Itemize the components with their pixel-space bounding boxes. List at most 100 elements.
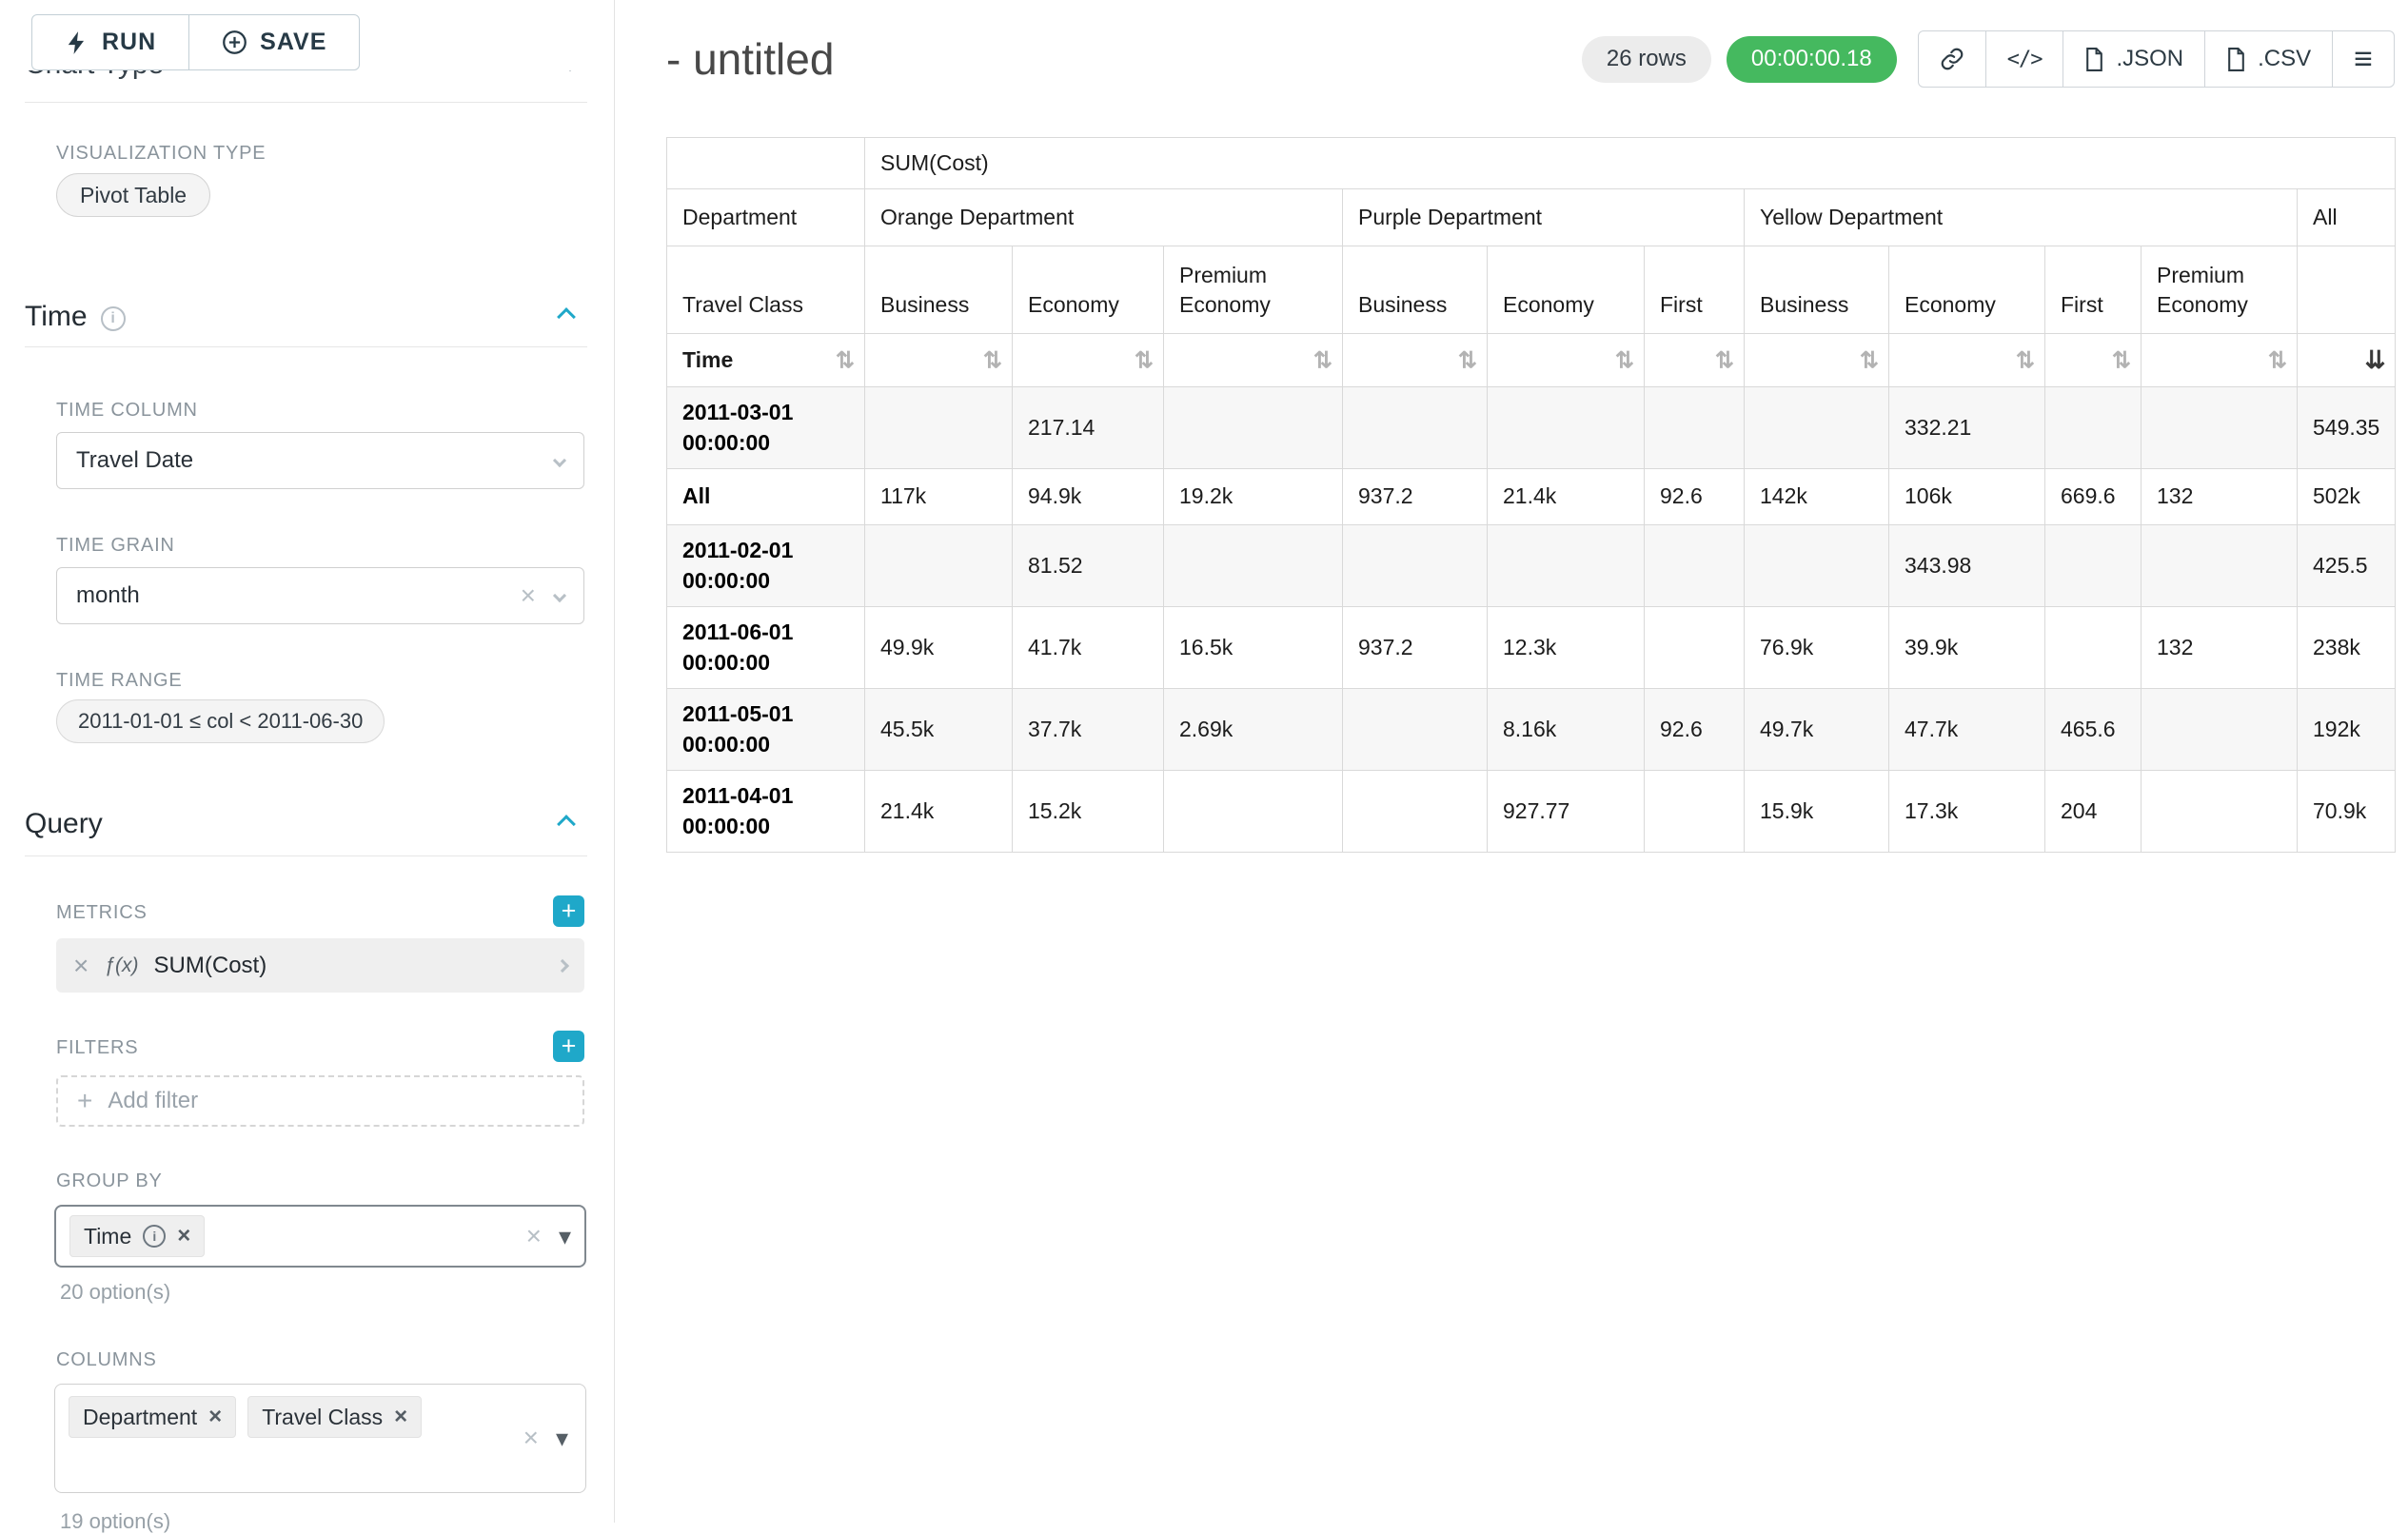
value-cell bbox=[2142, 771, 2298, 853]
sort-icon[interactable]: ⇅ bbox=[983, 344, 1002, 376]
caret-down-icon[interactable]: ▾ bbox=[556, 1426, 568, 1450]
metric-chip[interactable]: × ƒ(x) SUM(Cost) bbox=[56, 938, 584, 993]
time-range-label: TIME RANGE bbox=[56, 670, 182, 692]
clear-icon[interactable]: × bbox=[526, 1223, 542, 1249]
time-section-header: Time i bbox=[25, 301, 588, 333]
row-label-cell: 2011-03-01 00:00:00 bbox=[667, 387, 865, 469]
clear-icon[interactable]: × bbox=[523, 1425, 539, 1451]
sort-cell: ⇅ bbox=[1164, 334, 1343, 387]
csv-label: .CSV bbox=[2258, 46, 2311, 72]
run-save-buttons: RUN SAVE bbox=[31, 14, 360, 70]
add-filter-button[interactable]: + Add filter bbox=[56, 1075, 584, 1127]
value-cell: 17.3k bbox=[1889, 771, 2045, 853]
value-cell: 76.9k bbox=[1745, 607, 1889, 689]
value-cell: 2.69k bbox=[1164, 689, 1343, 771]
class-header-cell: Business bbox=[1343, 246, 1488, 334]
sort-icon[interactable]: ⇅ bbox=[1313, 344, 1332, 376]
value-cell: 927.77 bbox=[1488, 771, 1645, 853]
visualization-type-pill[interactable]: Pivot Table bbox=[56, 173, 210, 217]
add-metric-button[interactable]: + bbox=[553, 895, 584, 927]
value-cell bbox=[1164, 771, 1343, 853]
sort-cell: ⇅ bbox=[1488, 334, 1645, 387]
value-cell: 81.52 bbox=[1013, 525, 1164, 607]
row-label-cell: 2011-02-01 00:00:00 bbox=[667, 525, 865, 607]
value-cell: 669.6 bbox=[2045, 469, 2142, 525]
value-cell: 15.2k bbox=[1013, 771, 1164, 853]
sort-icon[interactable]: ⇅ bbox=[1458, 344, 1477, 376]
sort-icon[interactable]: ⇅ bbox=[1135, 344, 1154, 376]
info-icon[interactable]: i bbox=[143, 1225, 166, 1248]
chevron-down-icon[interactable] bbox=[553, 454, 566, 467]
query-section-header: Query bbox=[25, 808, 588, 840]
run-button[interactable]: RUN bbox=[31, 14, 189, 70]
sort-icon[interactable]: ⇅ bbox=[1860, 344, 1879, 376]
embed-code-button[interactable]: </> bbox=[1985, 30, 2064, 88]
chevron-right-icon[interactable] bbox=[556, 958, 569, 972]
class-header-cell: Premium Economy bbox=[1164, 246, 1343, 334]
collapse-chevron-icon[interactable] bbox=[557, 815, 576, 834]
remove-chip-icon[interactable]: × bbox=[394, 1406, 407, 1428]
value-cell: 37.7k bbox=[1013, 689, 1164, 771]
add-filter-label: Add filter bbox=[108, 1088, 198, 1114]
caret-down-icon[interactable]: ▾ bbox=[559, 1224, 571, 1249]
add-filter-plus-button[interactable]: + bbox=[553, 1031, 584, 1062]
value-cell bbox=[865, 387, 1013, 469]
table-row: 2011-04-01 00:00:0021.4k15.2k927.7715.9k… bbox=[667, 771, 2396, 853]
class-header-cell: Premium Economy bbox=[2142, 246, 2298, 334]
sort-cell: ⇅ bbox=[1013, 334, 1164, 387]
collapse-chevron-icon[interactable] bbox=[557, 307, 576, 326]
table-row: 2011-03-01 00:00:00217.14332.21549.35 bbox=[667, 387, 2396, 469]
remove-chip-icon[interactable]: × bbox=[177, 1225, 190, 1248]
sort-icon[interactable]: ⇅ bbox=[1615, 344, 1634, 376]
sort-icon[interactable]: ⇊ bbox=[2365, 344, 2386, 378]
sort-icon[interactable]: ⇅ bbox=[2016, 344, 2035, 376]
columns-chips: Department× Travel Class× bbox=[69, 1396, 422, 1438]
selected-chip[interactable]: Travel Class× bbox=[247, 1396, 422, 1438]
download-json-button[interactable]: .JSON bbox=[2063, 30, 2205, 88]
copy-link-button[interactable] bbox=[1918, 30, 1986, 88]
clear-icon[interactable]: × bbox=[521, 582, 536, 609]
sort-icon[interactable]: ⇅ bbox=[2268, 344, 2287, 376]
menu-button[interactable]: ≡ bbox=[2332, 30, 2395, 88]
value-cell bbox=[2045, 387, 2142, 469]
sort-icon[interactable]: ⇅ bbox=[2112, 344, 2131, 376]
value-cell: 49.7k bbox=[1745, 689, 1889, 771]
plus-icon: + bbox=[77, 1088, 92, 1114]
time-range-pill[interactable]: 2011-01-01 ≤ col < 2011-06-30 bbox=[56, 699, 385, 743]
sort-cell: ⇅ bbox=[865, 334, 1013, 387]
columns-options-hint: 19 option(s) bbox=[60, 1509, 170, 1534]
remove-chip-icon[interactable]: × bbox=[208, 1406, 222, 1428]
table-row: 2011-05-01 00:00:0045.5k37.7k2.69k8.16k9… bbox=[667, 689, 2396, 771]
download-csv-button[interactable]: .CSV bbox=[2204, 30, 2333, 88]
chart-title[interactable]: - untitled bbox=[666, 33, 834, 85]
save-button[interactable]: SAVE bbox=[188, 14, 360, 70]
value-cell: 502k bbox=[2298, 469, 2396, 525]
remove-metric-icon[interactable]: × bbox=[73, 951, 89, 981]
value-cell bbox=[1488, 387, 1645, 469]
value-cell: 12.3k bbox=[1488, 607, 1645, 689]
group-by-select[interactable]: Timei× × ▾ bbox=[54, 1205, 586, 1268]
sort-icon[interactable]: ⇅ bbox=[1715, 344, 1734, 376]
chart-header: - untitled 26 rows 00:00:00.18 </> .JSON bbox=[666, 0, 2395, 118]
sidebar-top-strip: RUN SAVE bbox=[0, 0, 614, 70]
group-by-chips: Timei× bbox=[69, 1215, 205, 1257]
value-cell: 238k bbox=[2298, 607, 2396, 689]
columns-select[interactable]: Department× Travel Class× × ▾ bbox=[54, 1384, 586, 1493]
selected-chip[interactable]: Department× bbox=[69, 1396, 236, 1438]
value-cell: 92.6 bbox=[1645, 469, 1745, 525]
info-icon[interactable]: i bbox=[101, 306, 126, 331]
row-label-cell: All bbox=[667, 469, 865, 525]
time-column-select[interactable]: Travel Date bbox=[56, 432, 584, 489]
time-grain-select[interactable]: month × bbox=[56, 567, 584, 624]
group-header-cell: Orange Department bbox=[865, 189, 1343, 246]
value-cell: 142k bbox=[1745, 469, 1889, 525]
selected-chip[interactable]: Timei× bbox=[69, 1215, 205, 1257]
class-header-cell: Economy bbox=[1889, 246, 2045, 334]
group-header-cell: Purple Department bbox=[1343, 189, 1745, 246]
header-row: SUM(Cost) bbox=[667, 138, 2396, 189]
chevron-down-icon[interactable] bbox=[553, 589, 566, 602]
value-cell: 937.2 bbox=[1343, 469, 1488, 525]
value-cell: 39.9k bbox=[1889, 607, 2045, 689]
sort-icon[interactable]: ⇅ bbox=[836, 344, 855, 376]
visualization-type-label: VISUALIZATION TYPE bbox=[56, 143, 266, 165]
